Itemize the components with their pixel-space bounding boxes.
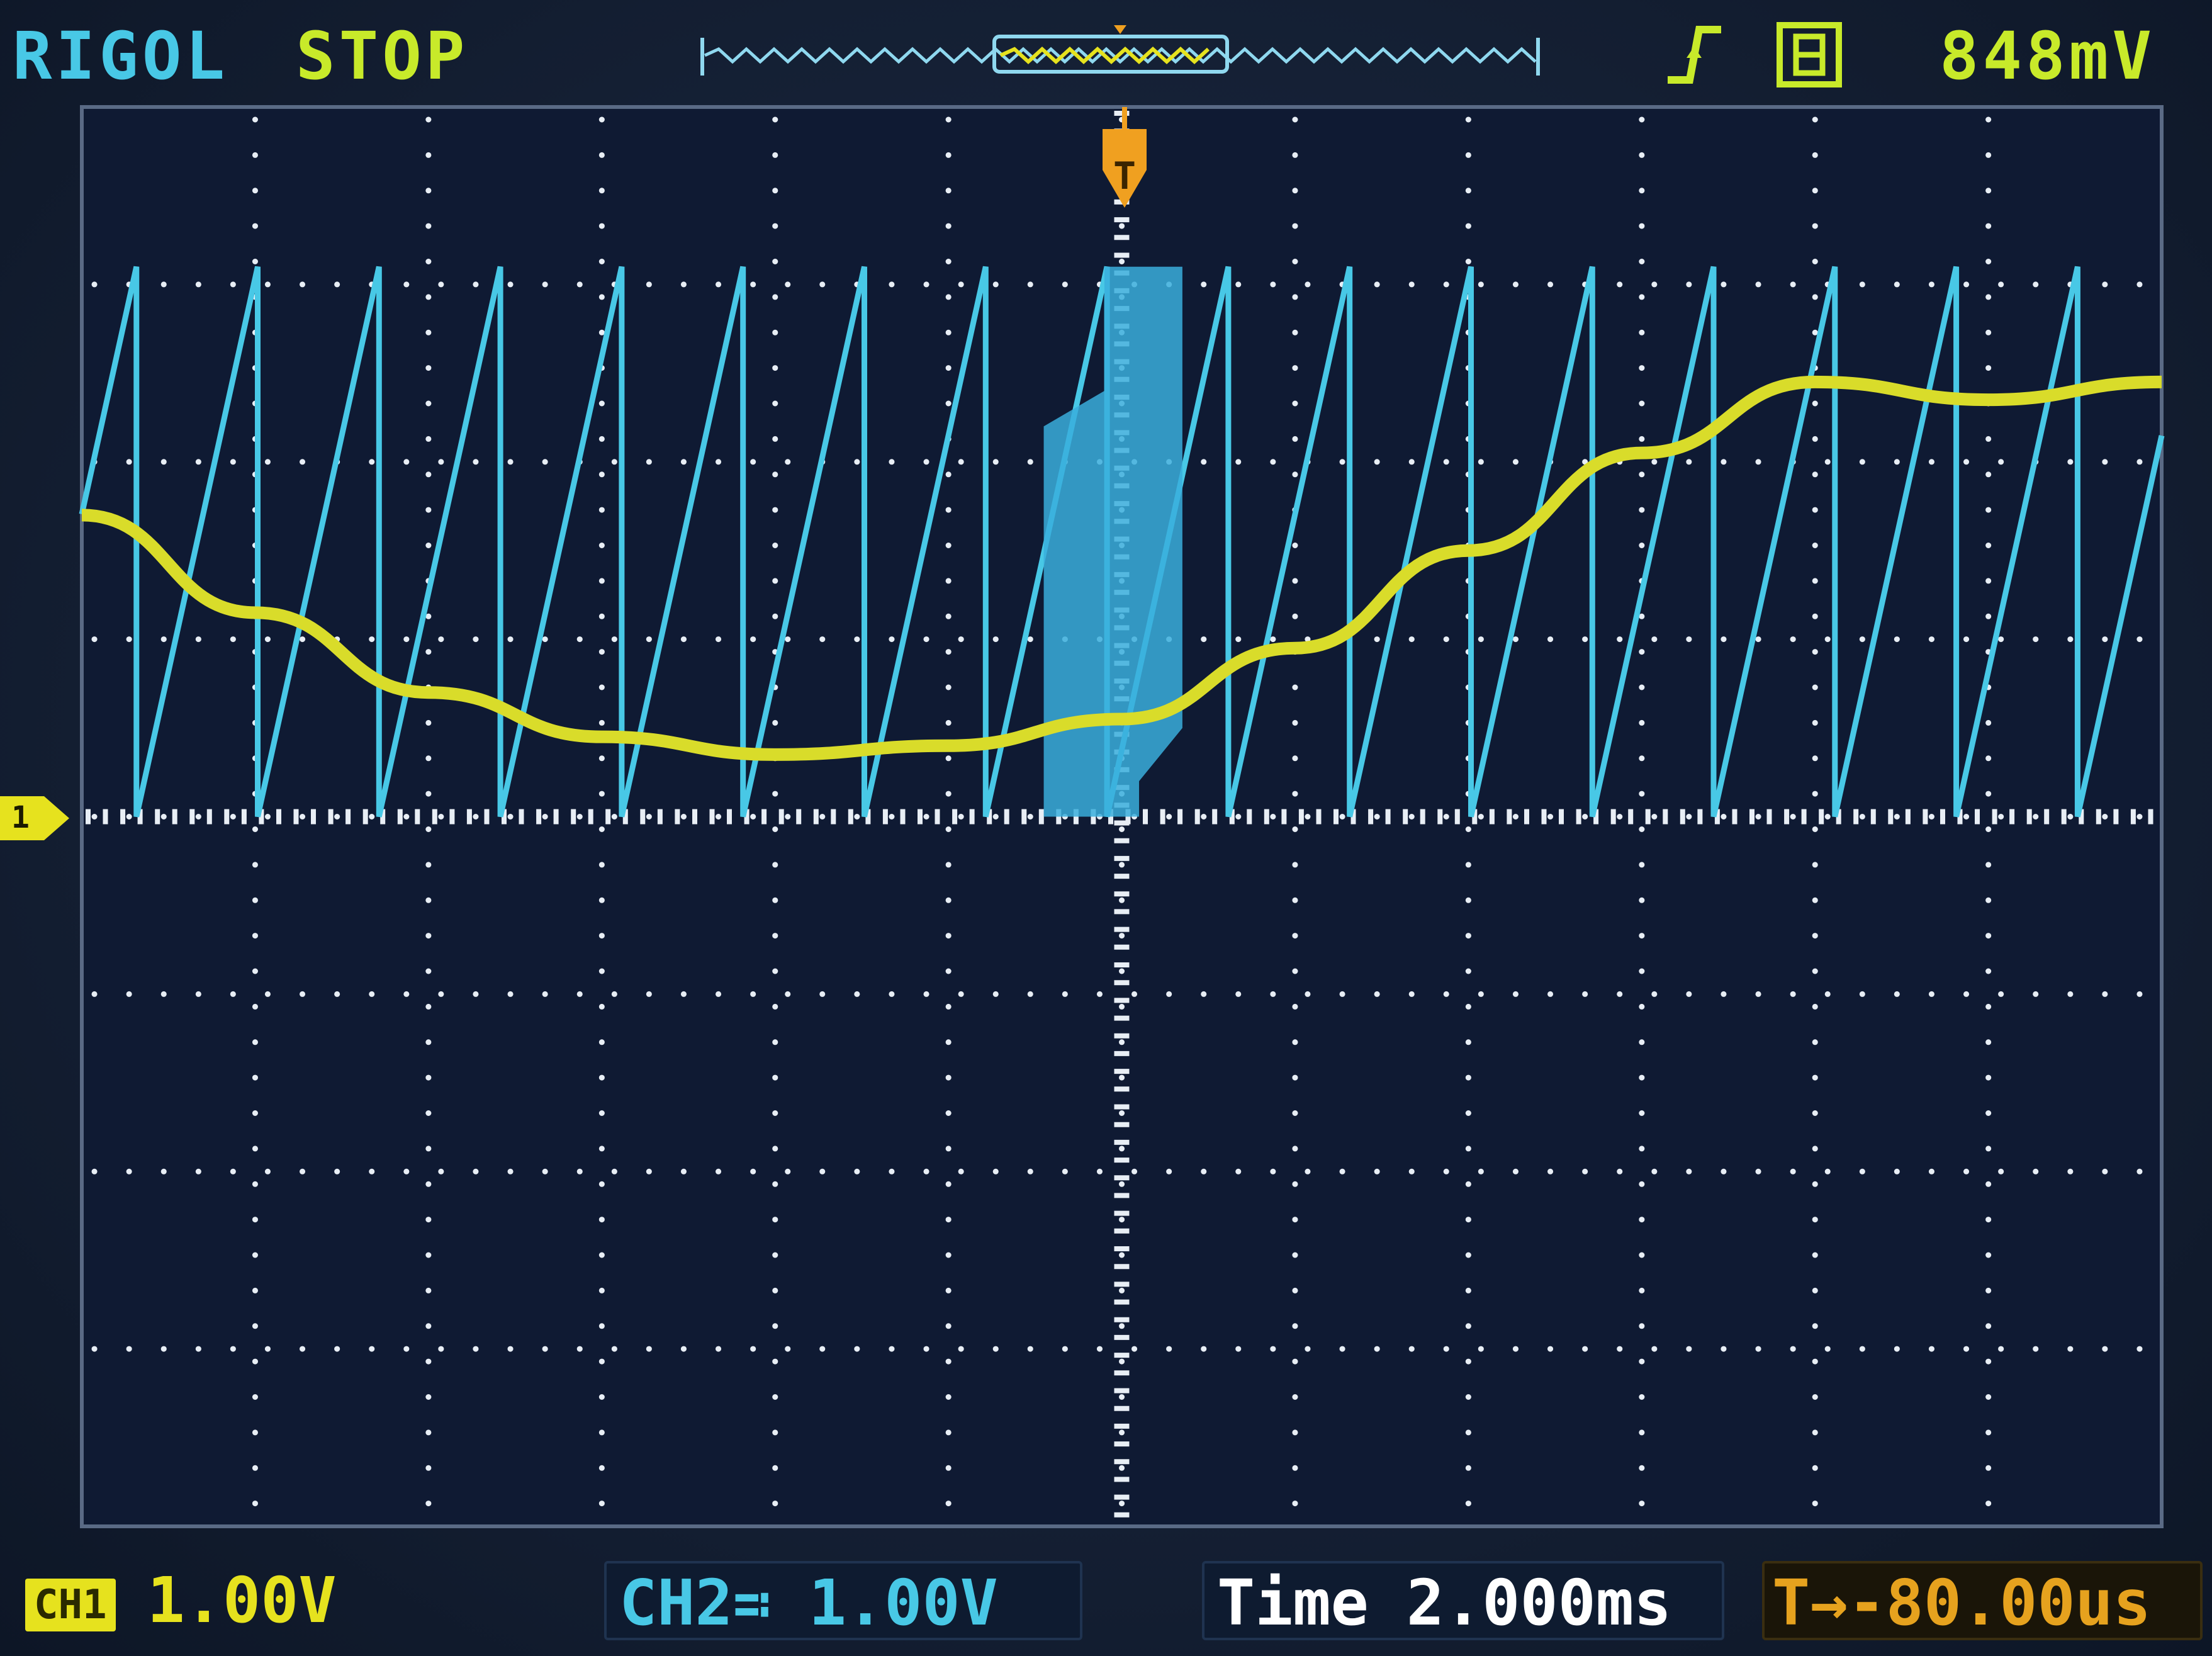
- time-label: Time: [1217, 1566, 1369, 1640]
- oscilloscope-screen: RIGOL STOP 848mV T 1 CH1 1.00V CH2≕ 1.00…: [0, 0, 2212, 1656]
- timebase-box[interactable]: Time 2.000ms: [1202, 1561, 1724, 1640]
- ch1-tag: CH1: [25, 1578, 116, 1631]
- trigger-offset-box[interactable]: T→-80.00us: [1762, 1561, 2203, 1640]
- ch1-ground-marker-label: 1: [11, 800, 30, 835]
- ch1-scale-box[interactable]: CH1 1.00V: [13, 1561, 485, 1640]
- ch2-scale: 1.00V: [808, 1566, 998, 1640]
- trigger-offset-icon: T: [1772, 1566, 1811, 1640]
- time-scale: 2.000ms: [1406, 1566, 1672, 1640]
- waveform-display: T: [79, 105, 2165, 1528]
- ch2-label: CH2: [619, 1566, 733, 1640]
- trigger-offset: →-80.00us: [1810, 1566, 2152, 1640]
- ch2-scale-box[interactable]: CH2≕ 1.00V: [604, 1561, 1082, 1640]
- ch1-scale: 1.00V: [147, 1563, 337, 1637]
- ch2-coupling-icon: ≕: [733, 1566, 771, 1640]
- svg-text:T: T: [1113, 154, 1136, 198]
